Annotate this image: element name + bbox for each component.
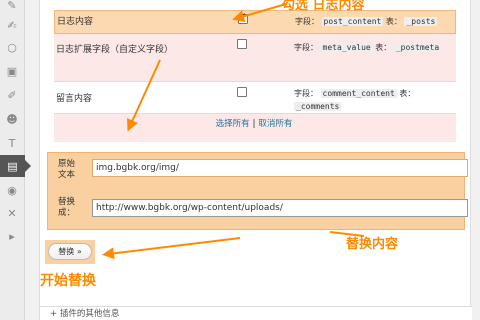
field-label: 字段： — [294, 89, 318, 98]
select-links: 选择所有 | 取消所有 — [214, 118, 294, 130]
plugin-panel: 日志内容 字段： post_content 表： _posts 日志扩展字段（自… — [39, 0, 472, 320]
post-content-checkbox[interactable] — [238, 12, 248, 24]
row-label: 日志内容 — [57, 17, 94, 27]
circle-icon[interactable]: ◉ — [3, 181, 21, 199]
plugin-info-toggle[interactable]: + 插件的其他信息 — [40, 306, 472, 320]
replace-box: 原始文本 img.bgbk.org/img/ 替换成： http://www.b… — [47, 152, 468, 230]
table-label: 表： — [385, 17, 402, 26]
users-icon[interactable]: ☻ — [3, 110, 21, 128]
comments-checkbox[interactable] — [237, 87, 247, 97]
row-label: 留言内容 — [56, 94, 93, 104]
table-row: 留言内容 字段： comment_content 表： _comments — [54, 82, 456, 114]
table-row: 日志扩展字段（自定义字段） 字段： meta_value 表： _postmet… — [54, 34, 456, 82]
row-info: 字段： post_content 表： _posts — [295, 15, 438, 28]
appearance-icon[interactable]: ▣ — [3, 62, 21, 80]
pin-icon[interactable]: ✍ — [3, 16, 21, 34]
table-row: 日志内容 字段： post_content 表： _posts — [54, 10, 456, 34]
start-button-highlight: 替换 » — [45, 240, 95, 264]
table-label: 表： — [375, 43, 392, 52]
plugins-icon[interactable]: ✐ — [3, 86, 21, 104]
start-replace-button[interactable]: 替换 » — [48, 243, 92, 260]
field-code: post_content — [321, 17, 384, 26]
original-label: 原始文本 — [58, 159, 76, 180]
row-info: 字段： meta_value 表： _postmeta — [294, 41, 442, 54]
table-code: _postmeta — [393, 43, 442, 52]
replace-label: 替换成： — [58, 197, 76, 218]
select-all-link[interactable]: 选择所有 — [216, 119, 250, 129]
field-code: comment_content — [320, 89, 397, 98]
admin-sidebar: ✎ ✍ ○ ▣ ✐ ☻ T ▤ ◉ ✕ ▸ — [0, 0, 31, 320]
replace-text-input[interactable]: http://www.bgbk.org/wp-content/uploads/ — [92, 199, 468, 217]
field-code: meta_value — [320, 43, 373, 52]
table-label: 表： — [399, 89, 416, 98]
row-label: 日志扩展字段（自定义字段） — [56, 45, 174, 55]
field-label: 字段： — [294, 43, 318, 52]
annotation-replace-content: 替换内容 — [346, 237, 399, 252]
cancel-all-link[interactable]: 取消所有 — [258, 119, 292, 129]
select-row: 选择所有 | 取消所有 — [54, 114, 456, 142]
pin-icon[interactable]: ✎ — [3, 0, 21, 14]
table-code: _posts — [404, 17, 438, 26]
original-text-input[interactable]: img.bgbk.org/img/ — [92, 159, 468, 177]
link-separator: | — [252, 119, 256, 129]
table-code: _comments — [294, 102, 342, 111]
annotation-start-replace: 开始替换 — [40, 273, 96, 289]
cross-icon[interactable]: ✕ — [3, 204, 21, 222]
row-info: 字段： comment_content 表： _comments — [294, 87, 444, 113]
postmeta-checkbox[interactable] — [237, 39, 247, 49]
collapse-icon[interactable]: ▸ — [3, 227, 21, 245]
annotation-check-post-content: 勾选 日志内容 — [282, 0, 365, 13]
screen: ✎ ✍ ○ ▣ ✐ ☻ T ▤ ◉ ✕ ▸ 日志内容 字段： post_cont… — [0, 0, 480, 320]
field-label: 字段： — [295, 17, 319, 26]
tools-icon[interactable]: T — [3, 134, 21, 152]
comment-icon[interactable]: ○ — [3, 38, 21, 56]
active-plugin-icon[interactable]: ▤ — [0, 155, 31, 177]
